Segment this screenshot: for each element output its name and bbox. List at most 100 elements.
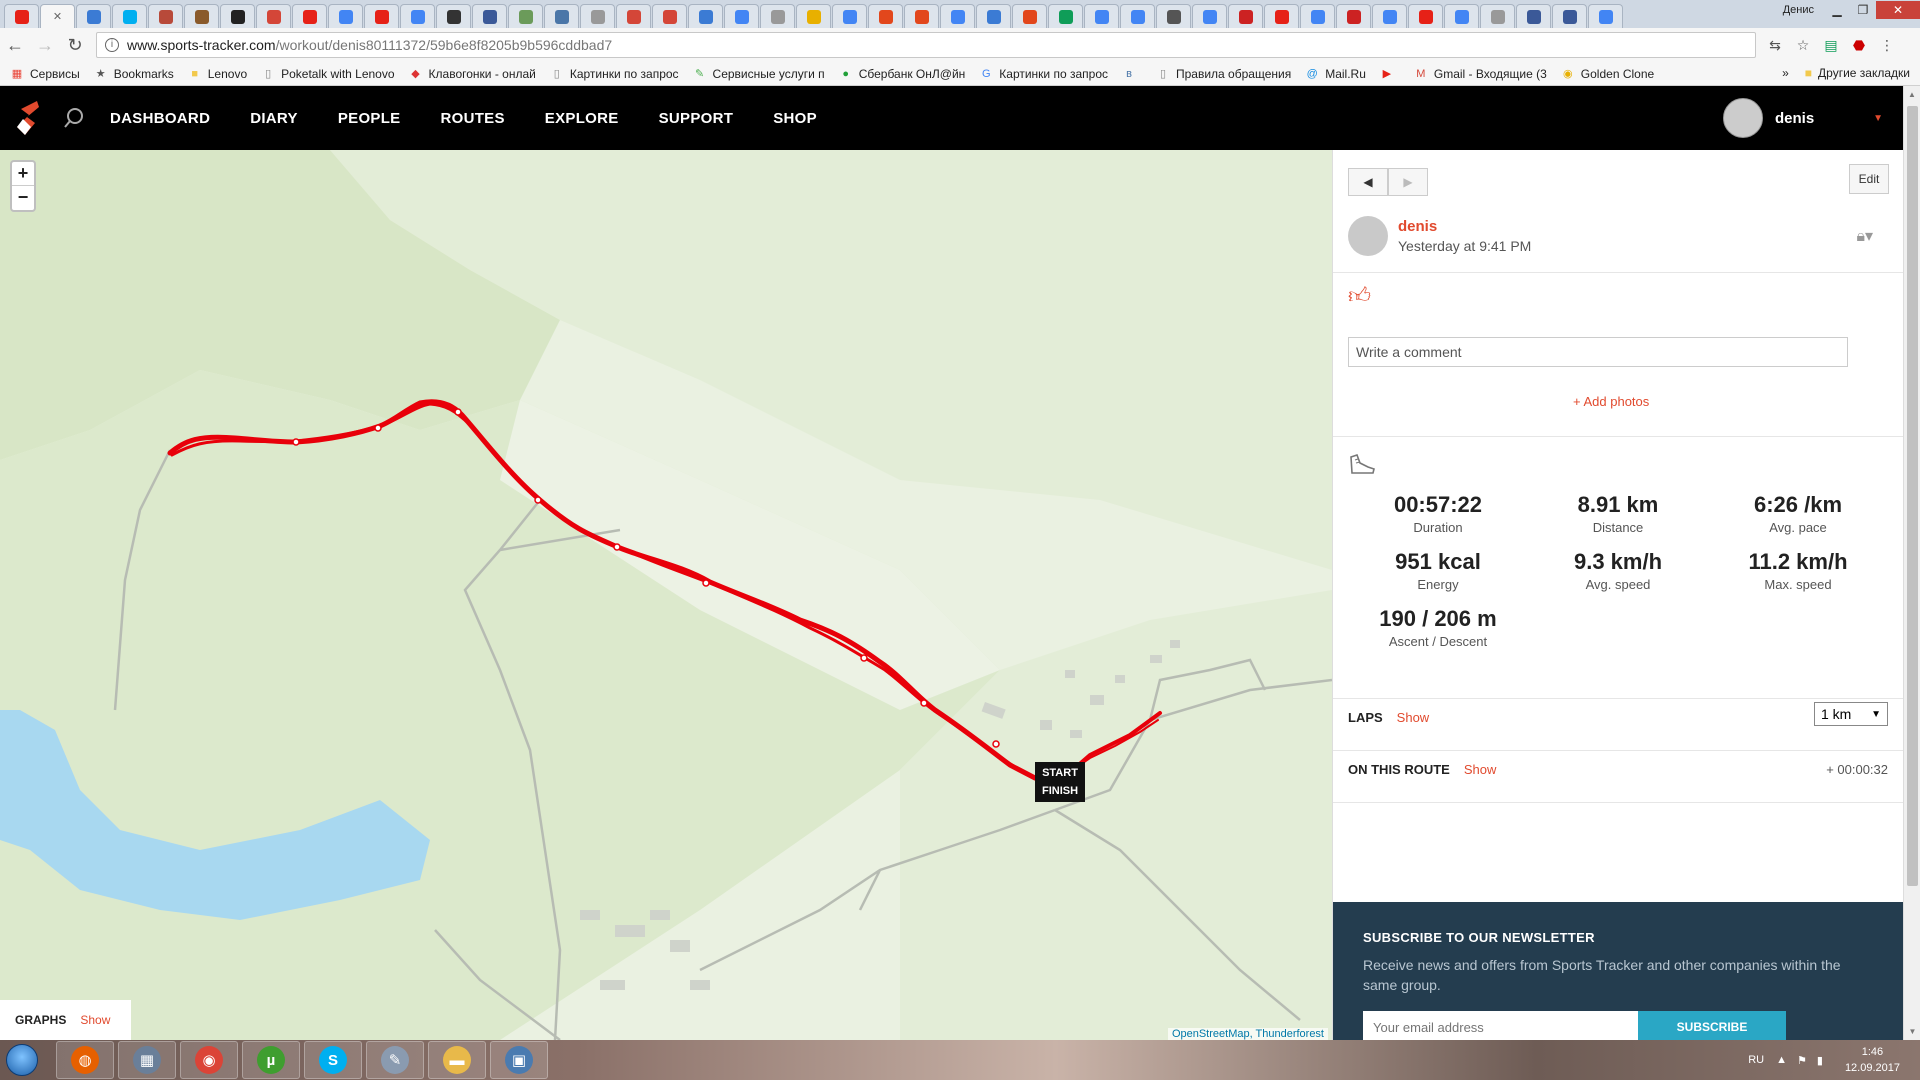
browser-tab[interactable] xyxy=(616,4,651,28)
close-window-icon[interactable]: ✕ xyxy=(1876,1,1920,19)
browser-tab[interactable] xyxy=(76,4,111,28)
browser-tab[interactable] xyxy=(1336,4,1371,28)
bookmark-item[interactable]: ▦ Сервисы xyxy=(10,67,80,81)
browser-tab[interactable] xyxy=(1156,4,1191,28)
url-field[interactable]: i www.sports-tracker.com/workout/denis80… xyxy=(96,32,1756,58)
search-icon[interactable] xyxy=(56,107,92,129)
scrollbar-thumb[interactable] xyxy=(1907,106,1918,886)
scroll-down-icon[interactable]: ▼ xyxy=(1904,1023,1920,1040)
bookmark-item[interactable]: ▯ Картинки по запрос xyxy=(550,67,679,81)
start-button[interactable] xyxy=(0,1040,44,1080)
menu-icon[interactable]: ⋮ xyxy=(1878,36,1896,54)
nav-people[interactable]: PEOPLE xyxy=(338,110,401,127)
browser-tab[interactable] xyxy=(1552,4,1587,28)
edit-button[interactable]: Edit xyxy=(1849,164,1889,194)
route-map[interactable]: + − START FINISH OpenStreetMap, Thunderf… xyxy=(0,150,1332,1040)
browser-tab[interactable] xyxy=(1372,4,1407,28)
taskbar-app[interactable]: S xyxy=(304,1041,362,1079)
taskbar-app[interactable]: ▣ xyxy=(490,1041,548,1079)
network-icon[interactable]: ▮ xyxy=(1817,1054,1823,1067)
browser-tab[interactable] xyxy=(1444,4,1479,28)
chevron-right-icon[interactable]: » xyxy=(1782,66,1789,80)
bookmark-item[interactable]: ◉ Golden Clone xyxy=(1561,67,1654,81)
avatar[interactable] xyxy=(1348,216,1388,256)
back-icon[interactable]: ← xyxy=(0,35,30,56)
flag-icon[interactable]: ⚑ xyxy=(1797,1054,1807,1067)
browser-tab[interactable] xyxy=(472,4,507,28)
taskbar-app[interactable]: ▦ xyxy=(118,1041,176,1079)
browser-tab[interactable] xyxy=(1048,4,1083,28)
bookmark-item[interactable]: ▶ xyxy=(1380,67,1400,81)
comment-input[interactable] xyxy=(1348,337,1848,367)
bookmark-item[interactable]: G Картинки по запрос xyxy=(979,67,1108,81)
bookmark-item[interactable]: ● Сбербанк ОнЛ@йн xyxy=(839,67,965,81)
bookmark-item[interactable]: ■ Lenovo xyxy=(188,67,247,81)
taskbar-app[interactable]: µ xyxy=(242,1041,300,1079)
tray-arrow-icon[interactable]: ▲ xyxy=(1776,1054,1787,1066)
browser-tab[interactable] xyxy=(1300,4,1335,28)
browser-tab[interactable] xyxy=(508,4,543,28)
browser-tab[interactable] xyxy=(760,4,795,28)
browser-tab[interactable] xyxy=(940,4,975,28)
email-field[interactable] xyxy=(1363,1011,1638,1043)
browser-tab[interactable] xyxy=(1084,4,1119,28)
reload-icon[interactable]: ↻ xyxy=(60,35,90,56)
taskbar-app[interactable]: ✎ xyxy=(366,1041,424,1079)
subscribe-button[interactable]: SUBSCRIBE xyxy=(1638,1011,1786,1043)
translate-icon[interactable]: ⇆ xyxy=(1766,36,1784,54)
map-attribution[interactable]: OpenStreetMap, Thunderforest xyxy=(1167,1028,1328,1040)
header-username[interactable]: denis xyxy=(1775,110,1873,127)
browser-tab[interactable] xyxy=(1480,4,1515,28)
close-icon[interactable]: ✕ xyxy=(51,10,65,24)
bookmark-item[interactable]: M Gmail - Входящие (3 xyxy=(1414,67,1547,81)
browser-tab[interactable] xyxy=(868,4,903,28)
browser-tab[interactable] xyxy=(220,4,255,28)
browser-tab[interactable] xyxy=(688,4,723,28)
privacy-lock-icon[interactable]: 🔒︎▾ xyxy=(1856,226,1873,246)
nav-shop[interactable]: SHOP xyxy=(773,110,817,127)
browser-tab[interactable] xyxy=(904,4,939,28)
taskbar-app[interactable]: ◍ xyxy=(56,1041,114,1079)
user-menu[interactable]: denis ▼ xyxy=(1723,98,1883,138)
nav-diary[interactable]: DIARY xyxy=(250,110,298,127)
bookmark-item[interactable]: ▯ Правила обращения xyxy=(1156,67,1291,81)
language-indicator[interactable]: RU xyxy=(1748,1054,1764,1066)
browser-tab[interactable] xyxy=(976,4,1011,28)
page-scrollbar[interactable]: ▲ ▼ xyxy=(1903,86,1920,1040)
browser-tab[interactable] xyxy=(1228,4,1263,28)
star-icon[interactable]: ☆ xyxy=(1794,36,1812,54)
bookmark-item[interactable]: ◆ Клавогонки - онлай xyxy=(409,67,536,81)
browser-tab[interactable] xyxy=(1408,4,1443,28)
sports-tracker-logo[interactable] xyxy=(0,86,56,150)
avatar[interactable] xyxy=(1723,98,1763,138)
browser-tab[interactable] xyxy=(4,4,39,28)
maximize-icon[interactable]: ❐ xyxy=(1850,1,1876,19)
browser-tab[interactable] xyxy=(1516,4,1551,28)
nav-dashboard[interactable]: DASHBOARD xyxy=(110,110,210,127)
browser-tab[interactable] xyxy=(1264,4,1299,28)
route-show-link[interactable]: Show xyxy=(1464,762,1497,777)
like-thumb-icon[interactable]: 👍︎ xyxy=(1348,282,1371,309)
nav-explore[interactable]: EXPLORE xyxy=(545,110,619,127)
zoom-in-button[interactable]: + xyxy=(12,162,34,186)
browser-tab[interactable] xyxy=(796,4,831,28)
previous-workout-button[interactable]: ◀ xyxy=(1348,168,1388,196)
browser-tab[interactable]: ✕ xyxy=(40,4,75,28)
adblock-icon[interactable]: ⬣ xyxy=(1850,36,1868,54)
add-photos-link[interactable]: + Add photos xyxy=(1573,394,1649,409)
browser-tab[interactable] xyxy=(1192,4,1227,28)
caret-down-icon[interactable]: ▼ xyxy=(1873,113,1883,124)
browser-tab[interactable] xyxy=(436,4,471,28)
taskbar-app[interactable]: ▬ xyxy=(428,1041,486,1079)
browser-tab[interactable] xyxy=(292,4,327,28)
browser-tab[interactable] xyxy=(724,4,759,28)
author-name[interactable]: denis xyxy=(1398,218,1531,235)
browser-tab[interactable] xyxy=(652,4,687,28)
browser-tab[interactable] xyxy=(364,4,399,28)
forward-icon[interactable]: → xyxy=(30,35,60,56)
browser-tab[interactable] xyxy=(256,4,291,28)
other-bookmarks[interactable]: » ■ Другие закладки xyxy=(1782,66,1910,80)
next-workout-button[interactable]: ▶ xyxy=(1388,168,1428,196)
bookmark-item[interactable]: ★ Bookmarks xyxy=(94,67,174,81)
nav-support[interactable]: SUPPORT xyxy=(659,110,734,127)
